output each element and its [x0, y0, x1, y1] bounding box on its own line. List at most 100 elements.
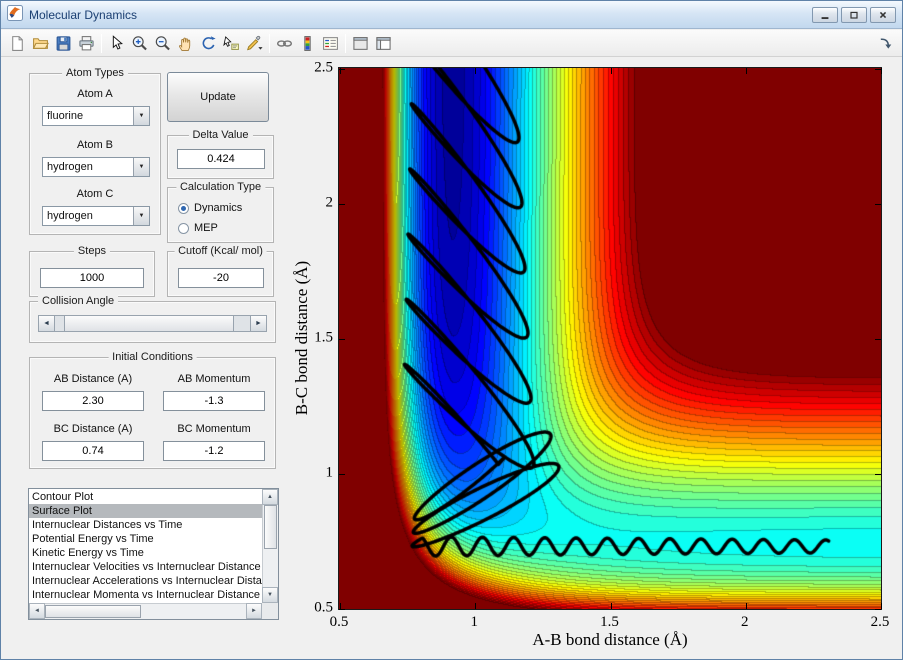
y-tick-mark — [875, 204, 881, 205]
zoom-out-icon[interactable] — [151, 32, 174, 55]
list-item[interactable]: Internuclear Distances vs Time — [29, 518, 262, 532]
toolbar — [1, 30, 902, 57]
radio-circle-icon — [178, 222, 189, 234]
atom-c-value: hydrogen — [47, 210, 93, 222]
save-icon[interactable] — [52, 32, 75, 55]
scroll-left-arrow-icon[interactable]: ◄ — [29, 603, 45, 619]
collision-angle-title: Collision Angle — [38, 295, 119, 307]
hide-plot-tools-icon[interactable] — [349, 32, 372, 55]
pan-icon[interactable] — [174, 32, 197, 55]
restore-button[interactable] — [841, 7, 867, 23]
x-tick-label: 2.5 — [870, 614, 890, 630]
zoom-in-icon[interactable] — [128, 32, 151, 55]
scroll-right-arrow-icon[interactable]: ► — [246, 603, 262, 619]
dock-figure-icon[interactable] — [874, 32, 897, 55]
y-tick-mark — [875, 339, 881, 340]
chevron-down-icon[interactable]: ▼ — [133, 158, 149, 176]
y-tick-mark — [875, 474, 881, 475]
calculation-type-title: Calculation Type — [175, 181, 266, 193]
pes-plot-canvas[interactable] — [339, 68, 881, 609]
toolbar-separator — [269, 33, 270, 53]
atom-b-label: Atom B — [76, 139, 114, 151]
y-tick-mark — [875, 69, 881, 70]
slider-left-arrow-icon[interactable]: ◄ — [39, 316, 55, 331]
print-icon[interactable] — [75, 32, 98, 55]
list-vertical-scrollbar[interactable]: ▲ ▼ — [262, 489, 278, 603]
vertical-scrollbar-thumb[interactable] — [264, 505, 277, 549]
cutoff-input[interactable] — [178, 268, 264, 288]
window-title: Molecular Dynamics — [29, 7, 138, 22]
atom-a-value: fluorine — [47, 110, 84, 122]
insert-colorbar-icon[interactable] — [296, 32, 319, 55]
y-tick-label: 2.5 — [314, 59, 333, 76]
rotate-3d-icon[interactable] — [197, 32, 220, 55]
minimize-button[interactable] — [812, 7, 838, 23]
close-button[interactable] — [870, 7, 896, 23]
link-plots-icon[interactable] — [273, 32, 296, 55]
x-tick-mark — [475, 68, 477, 74]
app-icon — [7, 5, 23, 24]
bc-distance-label: BC Distance (A) — [53, 423, 133, 435]
plot-type-list: Contour Plot Surface Plot Internuclear Dis… — [29, 489, 262, 603]
initial-conditions-panel: Initial Conditions AB Distance (A) AB Mo… — [29, 351, 276, 469]
app-window: Molecular Dynamics Atom Types Atom A flu… — [0, 0, 903, 660]
collision-angle-panel: Collision Angle ◄ ► — [29, 295, 276, 343]
list-item[interactable]: Internuclear Momenta vs Internuclear Dis… — [29, 588, 262, 602]
radio-option-mep[interactable]: MEP — [178, 220, 218, 236]
horizontal-scrollbar-thumb[interactable] — [45, 605, 141, 618]
scroll-down-arrow-icon[interactable]: ▼ — [262, 587, 278, 603]
bc-momentum-input[interactable] — [163, 441, 265, 461]
steps-input[interactable] — [40, 268, 144, 288]
slider-right-arrow-icon[interactable]: ► — [250, 316, 266, 331]
ab-momentum-label: AB Momentum — [177, 373, 251, 385]
radio-option-dynamics[interactable]: Dynamics — [178, 200, 242, 216]
initial-conditions-title: Initial Conditions — [108, 351, 197, 363]
list-item[interactable]: Kinetic Energy vs Time — [29, 546, 262, 560]
show-plot-tools-icon[interactable] — [372, 32, 395, 55]
update-button-wrap: Update — [167, 72, 269, 122]
delta-value-title: Delta Value — [188, 129, 253, 141]
pointer-icon[interactable] — [105, 32, 128, 55]
ab-momentum-input[interactable] — [163, 391, 265, 411]
list-item[interactable]: Internuclear Velocities vs Internuclear … — [29, 560, 262, 574]
list-item[interactable]: Contour Plot — [29, 490, 262, 504]
calculation-type-panel: Calculation Type Dynamics MEP — [167, 181, 274, 243]
new-file-icon[interactable] — [6, 32, 29, 55]
list-item[interactable]: Internuclear Accelerations vs Internucle… — [29, 574, 262, 588]
scrollbar-corner — [262, 603, 278, 619]
chevron-down-icon[interactable]: ▼ — [133, 107, 149, 125]
x-tick-label: 1.5 — [600, 614, 619, 630]
x-tick-mark — [881, 68, 882, 74]
delta-value-input[interactable] — [177, 149, 265, 169]
atom-c-combobox[interactable]: hydrogen ▼ — [42, 206, 150, 226]
atom-types-panel: Atom Types Atom A fluorine ▼ Atom B hydr… — [29, 67, 161, 235]
open-file-icon[interactable] — [29, 32, 52, 55]
radio-label: Dynamics — [194, 202, 243, 214]
y-tick-mark — [339, 204, 345, 205]
x-tick-mark — [610, 68, 612, 74]
atom-b-combobox[interactable]: hydrogen ▼ — [42, 157, 150, 177]
atom-a-combobox[interactable]: fluorine ▼ — [42, 106, 150, 126]
slider-thumb[interactable] — [64, 316, 234, 331]
chevron-down-icon[interactable]: ▼ — [133, 207, 149, 225]
data-cursor-icon[interactable] — [220, 32, 243, 55]
list-item[interactable]: Potential Energy vs Time — [29, 532, 262, 546]
bc-distance-input[interactable] — [42, 441, 144, 461]
cutoff-panel: Cutoff (Kcal/ mol) — [167, 245, 274, 297]
list-item[interactable]: Surface Plot — [29, 504, 262, 518]
collision-angle-slider[interactable]: ◄ ► — [38, 315, 267, 332]
title-bar[interactable]: Molecular Dynamics — [1, 1, 902, 29]
x-tick-label: 0.5 — [329, 614, 349, 630]
x-tick-label: 2 — [741, 614, 749, 630]
atom-types-title: Atom Types — [62, 67, 128, 79]
y-tick-mark — [339, 474, 345, 475]
update-button[interactable]: Update — [167, 72, 269, 122]
ab-distance-input[interactable] — [42, 391, 144, 411]
window-buttons — [812, 7, 896, 23]
list-horizontal-scrollbar[interactable]: ◄ ► — [29, 603, 262, 619]
atom-c-label: Atom C — [76, 188, 114, 200]
x-tick-mark — [610, 603, 612, 609]
brush-icon[interactable] — [243, 32, 266, 55]
insert-legend-icon[interactable] — [319, 32, 342, 55]
scroll-up-arrow-icon[interactable]: ▲ — [262, 489, 278, 505]
